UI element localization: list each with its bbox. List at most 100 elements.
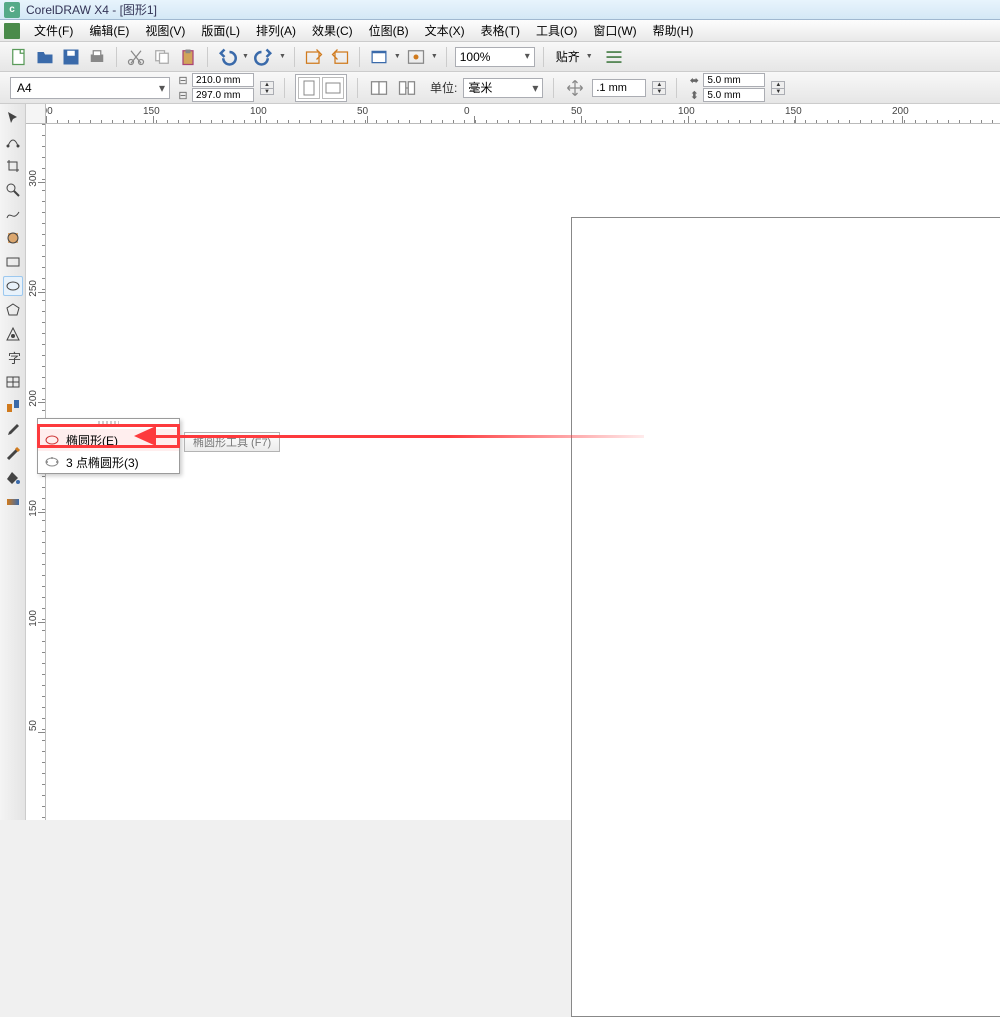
open-button[interactable]	[34, 46, 56, 68]
flyout-ellipse-item[interactable]: 椭圆形(E)	[38, 429, 179, 451]
dimension-spinner[interactable]: ▲▼	[260, 81, 274, 95]
text-tool[interactable]: 字	[3, 348, 23, 368]
shape-tool[interactable]	[3, 132, 23, 152]
property-bar: A4 ⊟ 210.0 mm ⊟ 297.0 mm ▲▼ 单位: 毫米 .1 mm…	[0, 72, 1000, 104]
page-dimensions: ⊟ 210.0 mm ⊟ 297.0 mm	[176, 73, 254, 102]
svg-text:字: 字	[8, 351, 21, 366]
main-area: 字 20015010050050100150200 30025020015010…	[0, 104, 1000, 820]
interactive-blend-tool[interactable]	[3, 396, 23, 416]
three-point-ellipse-icon	[44, 454, 60, 470]
pages-layout-button[interactable]	[396, 77, 418, 99]
toolbox: 字	[0, 104, 26, 820]
page-outline	[571, 217, 1000, 1017]
basic-shapes-tool[interactable]	[3, 324, 23, 344]
menu-help[interactable]: 帮助(H)	[645, 20, 702, 41]
welcome-dropdown-icon[interactable]: ▼	[431, 53, 438, 60]
unit-label: 单位:	[430, 79, 457, 96]
save-button[interactable]	[60, 46, 82, 68]
menu-layout[interactable]: 版面(L)	[193, 20, 248, 41]
crop-tool[interactable]	[3, 156, 23, 176]
ellipse-tool[interactable]	[3, 276, 23, 296]
options-button[interactable]	[603, 46, 625, 68]
ellipse-flyout: 椭圆形(E) 3 点椭圆形(3)	[37, 418, 180, 474]
import-button[interactable]	[303, 46, 325, 68]
export-button[interactable]	[329, 46, 351, 68]
width-icon: ⊟	[176, 74, 190, 86]
separator	[446, 47, 447, 67]
menu-view[interactable]: 视图(V)	[137, 20, 193, 41]
page-height-input[interactable]: 297.0 mm	[192, 88, 254, 102]
portrait-button[interactable]	[298, 77, 320, 99]
dup-y-icon: ⬍	[687, 89, 701, 101]
menu-tools[interactable]: 工具(O)	[528, 20, 585, 41]
menu-text[interactable]: 文本(X)	[417, 20, 473, 41]
pages-button[interactable]	[368, 77, 390, 99]
unit-select[interactable]: 毫米	[463, 78, 543, 98]
eyedropper-tool[interactable]	[3, 420, 23, 440]
snap-label: 贴齐	[556, 48, 580, 65]
titlebar: c CorelDRAW X4 - [图形1]	[0, 0, 1000, 20]
new-button[interactable]	[8, 46, 30, 68]
redo-dropdown-icon[interactable]: ▼	[279, 53, 286, 60]
menu-file[interactable]: 文件(F)	[26, 20, 81, 41]
app-launcher-button[interactable]	[368, 46, 390, 68]
separator	[543, 47, 544, 67]
paste-button[interactable]	[177, 46, 199, 68]
launcher-dropdown-icon[interactable]: ▼	[394, 53, 401, 60]
separator	[357, 78, 358, 98]
separator	[294, 47, 295, 67]
dup-spinner[interactable]: ▲▼	[771, 81, 785, 95]
redo-button[interactable]	[253, 46, 275, 68]
separator	[284, 78, 285, 98]
menu-bitmap[interactable]: 位图(B)	[361, 20, 417, 41]
interactive-fill-tool[interactable]	[3, 492, 23, 512]
separator	[207, 47, 208, 67]
rectangle-tool[interactable]	[3, 252, 23, 272]
cut-button[interactable]	[125, 46, 147, 68]
flyout-3pt-label: 3 点椭圆形(3)	[66, 454, 139, 471]
nudge-input[interactable]: .1 mm	[592, 79, 646, 97]
horizontal-ruler[interactable]: 20015010050050100150200	[46, 104, 1000, 124]
print-button[interactable]	[86, 46, 108, 68]
fill-tool[interactable]	[3, 468, 23, 488]
flyout-grip[interactable]	[98, 421, 119, 427]
undo-button[interactable]	[216, 46, 238, 68]
standard-toolbar: ▼ ▼ ▼ ▼ 100% 贴齐 ▼	[0, 42, 1000, 72]
landscape-button[interactable]	[322, 77, 344, 99]
polygon-tool[interactable]	[3, 300, 23, 320]
separator	[116, 47, 117, 67]
nudge-spinner[interactable]: ▲▼	[652, 81, 666, 95]
dup-y-input[interactable]: 5.0 mm	[703, 88, 765, 102]
duplicate-distance: ⬌ 5.0 mm ⬍ 5.0 mm	[687, 73, 765, 102]
ruler-corner	[26, 104, 46, 124]
outline-tool[interactable]	[3, 444, 23, 464]
page-width-input[interactable]: 210.0 mm	[192, 73, 254, 87]
table-tool[interactable]	[3, 372, 23, 392]
orientation-group	[295, 74, 347, 102]
page-size-select[interactable]: A4	[10, 77, 170, 99]
menu-arrange[interactable]: 排列(A)	[248, 20, 304, 41]
undo-dropdown-icon[interactable]: ▼	[242, 53, 249, 60]
dup-x-input[interactable]: 5.0 mm	[703, 73, 765, 87]
pick-tool[interactable]	[3, 108, 23, 128]
separator	[359, 47, 360, 67]
snap-dropdown-icon[interactable]: ▼	[586, 53, 593, 60]
unit-value: 毫米	[468, 79, 492, 96]
menu-edit[interactable]: 编辑(E)	[81, 20, 137, 41]
menu-window[interactable]: 窗口(W)	[585, 20, 644, 41]
separator	[553, 78, 554, 98]
page-size-value: A4	[17, 81, 32, 95]
smart-fill-tool[interactable]	[3, 228, 23, 248]
welcome-button[interactable]	[405, 46, 427, 68]
flyout-ellipse-label: 椭圆形(E)	[66, 432, 118, 449]
flyout-3pt-ellipse-item[interactable]: 3 点椭圆形(3)	[38, 451, 179, 473]
zoom-tool[interactable]	[3, 180, 23, 200]
copy-button[interactable]	[151, 46, 173, 68]
zoom-select[interactable]: 100%	[455, 47, 535, 67]
menu-effects[interactable]: 效果(C)	[304, 20, 361, 41]
separator	[676, 78, 677, 98]
tooltip: 椭圆形工具 (F7)	[184, 432, 280, 452]
freehand-tool[interactable]	[3, 204, 23, 224]
menu-table[interactable]: 表格(T)	[473, 20, 528, 41]
canvas[interactable]	[46, 124, 1000, 820]
